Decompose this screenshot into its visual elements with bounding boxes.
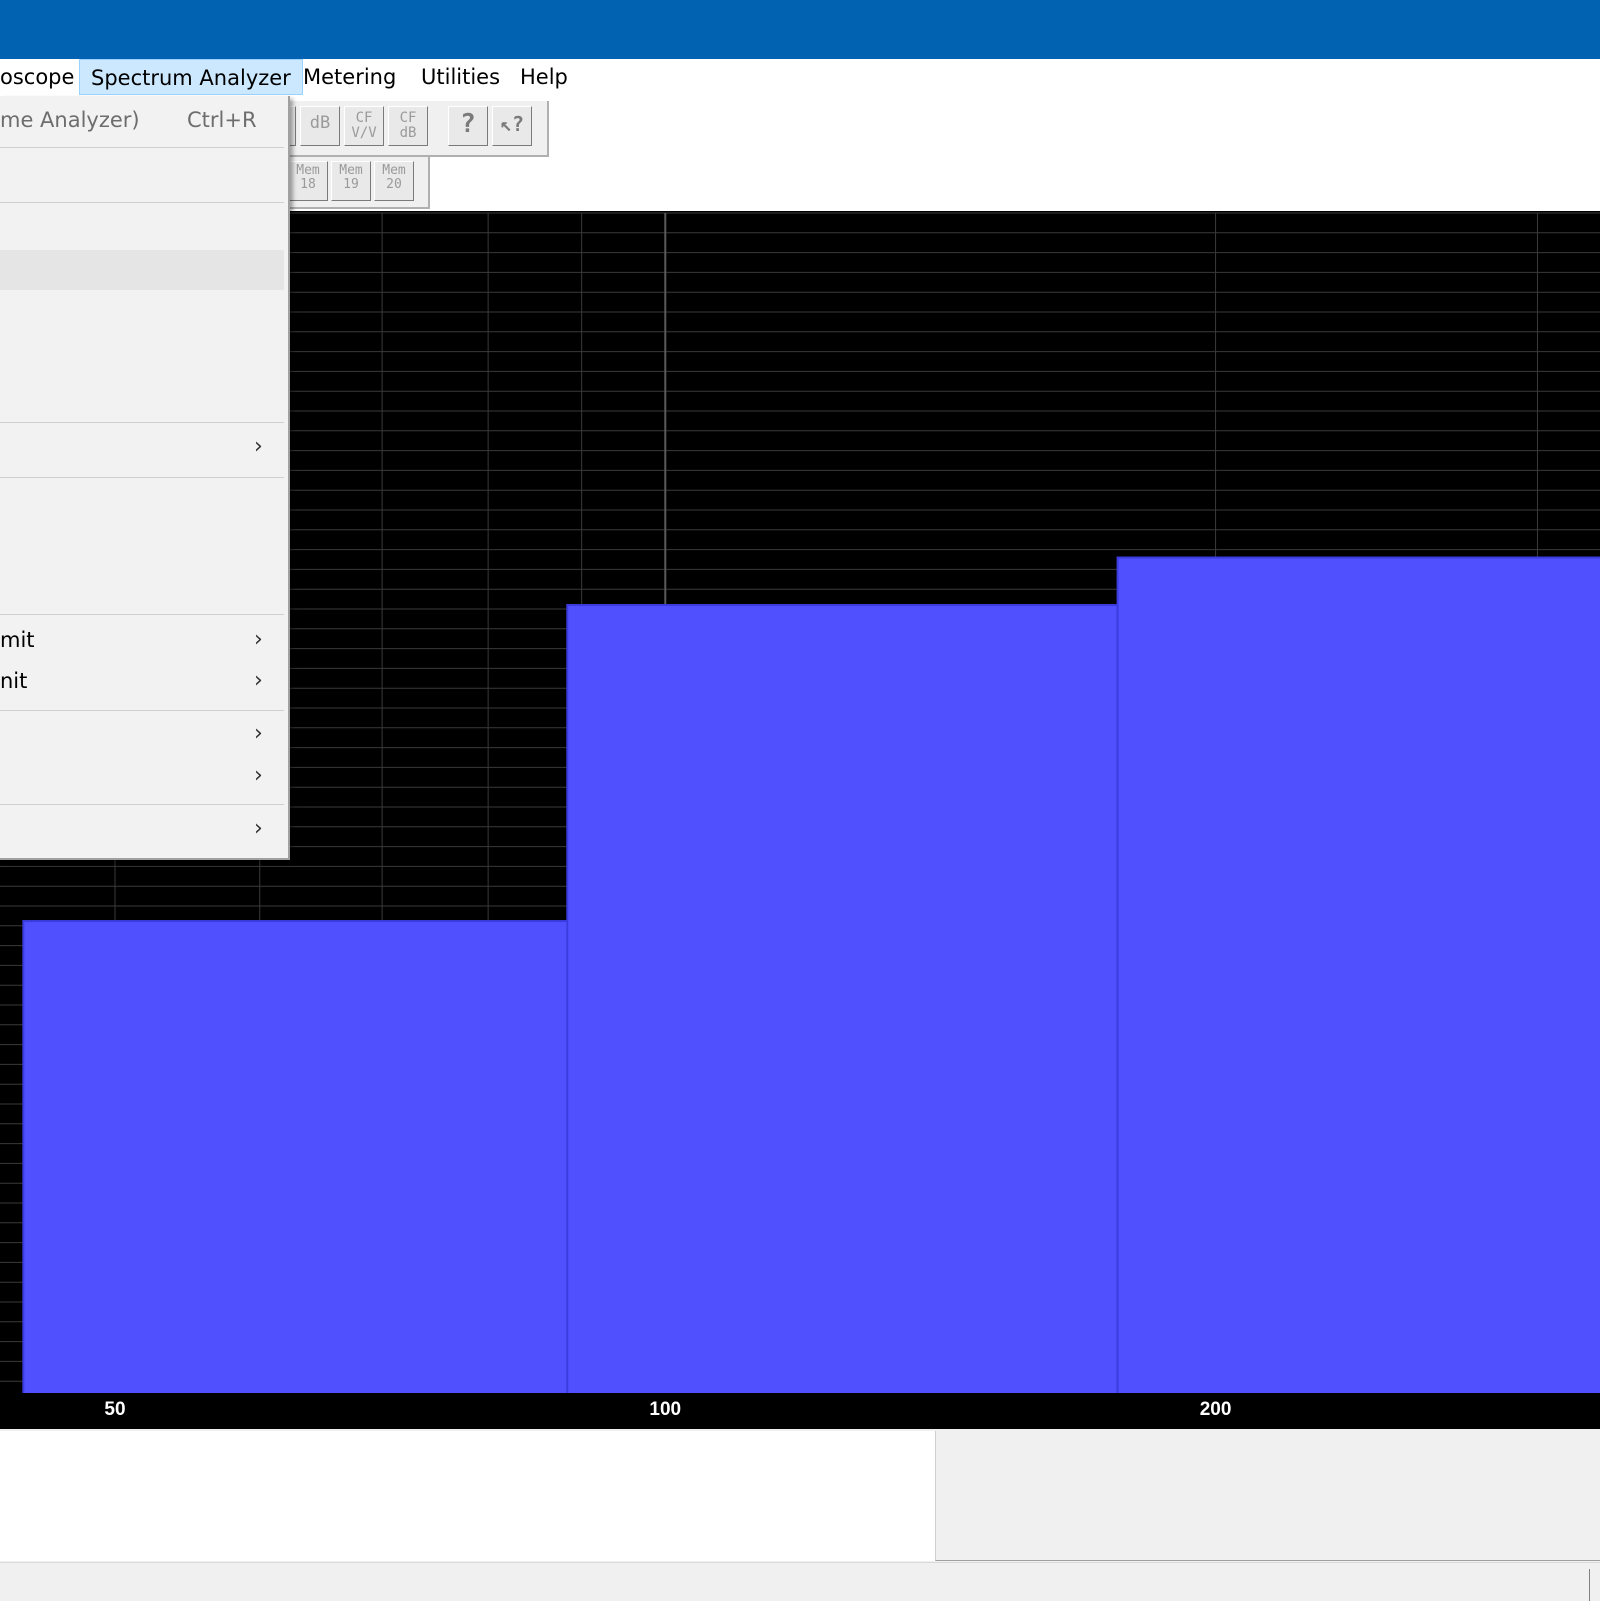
chevron-right-icon: › [254,763,263,788]
info-panel-right [935,1431,1600,1561]
menu-item-submenu-2[interactable]: › [0,714,284,754]
info-panel-left [0,1431,935,1561]
menu-metering[interactable]: Metering [303,59,396,95]
chevron-right-icon: › [254,816,263,841]
menu-item-submenu-1[interactable]: › [0,427,284,467]
menu-separator [0,710,284,711]
spectrum-analyzer-dropdown: me Analyzer) Ctrl+R › mit › nit › › › › [0,96,290,860]
resize-grip-icon[interactable] [1589,1569,1600,1601]
menu-item-upper-limit[interactable]: mit › [0,620,284,660]
mem-20-button[interactable]: Mem 20 [374,161,414,201]
menu-item-6[interactable] [0,334,284,374]
menu-utilities[interactable]: Utilities [421,59,500,95]
menu-separator [0,422,284,423]
menu-item-shortcut: Ctrl+R [187,108,257,132]
x-axis-strip [0,1393,1600,1429]
status-bar [0,1562,1600,1601]
menu-item-3[interactable] [0,208,284,248]
menu-item-submenu-3[interactable]: › [0,756,284,796]
menu-item-realtime-analyzer[interactable]: me Analyzer) Ctrl+R [0,100,284,140]
menu-item-8[interactable] [0,484,284,524]
window-titlebar [0,0,1600,59]
toolbar-row-2: Mem 18 Mem 19 Mem 20 [280,157,430,209]
x-tick-label: 200 [1200,1399,1232,1420]
spectrum-bar-1 [566,604,1119,1403]
menu-bar: oscope Spectrum Analyzer Metering Utilit… [0,59,1600,98]
spectrum-bar-2 [1116,556,1600,1402]
chevron-right-icon: › [254,434,263,459]
toolbar-row-1: dB CF V/V CF dB ? ↖? [280,101,549,157]
mem-19-button[interactable]: Mem 19 [331,161,371,201]
menu-separator [0,477,284,478]
menu-item-lower-limit[interactable]: nit › [0,661,284,701]
chevron-right-icon: › [254,721,263,746]
chevron-right-icon: › [254,627,263,652]
chevron-right-icon: › [254,668,263,693]
menu-item-7[interactable] [0,376,284,416]
menu-spectrum-analyzer[interactable]: Spectrum Analyzer [79,59,303,95]
menu-separator [0,804,284,805]
x-tick-label: 100 [649,1399,681,1420]
menu-item-2[interactable] [0,154,284,194]
menu-item-label: me Analyzer) [0,108,140,132]
context-help-button[interactable]: ↖? [492,106,532,146]
menu-item-label: nit [0,669,28,693]
menu-item-label: mit [0,628,35,652]
x-tick-label: 50 [104,1399,125,1420]
menu-item-9[interactable] [0,526,284,566]
mem-18-button[interactable]: Mem 18 [288,161,328,201]
menu-item-4-highlighted[interactable] [0,250,284,290]
menu-item-submenu-4[interactable]: › [0,809,284,849]
menu-item-5[interactable] [0,292,284,332]
db-button[interactable]: dB [300,106,340,146]
menu-item-10[interactable] [0,568,284,608]
cf-db-button[interactable]: CF dB [388,106,428,146]
menu-separator [0,202,284,203]
cf-vv-button[interactable]: CF V/V [344,106,384,146]
menu-separator [0,614,284,615]
menu-help[interactable]: Help [520,59,568,95]
menu-separator [0,147,284,148]
spectrum-bar-0 [22,920,575,1402]
menu-oscilloscope[interactable]: oscope [0,59,74,95]
help-button[interactable]: ? [448,106,488,146]
